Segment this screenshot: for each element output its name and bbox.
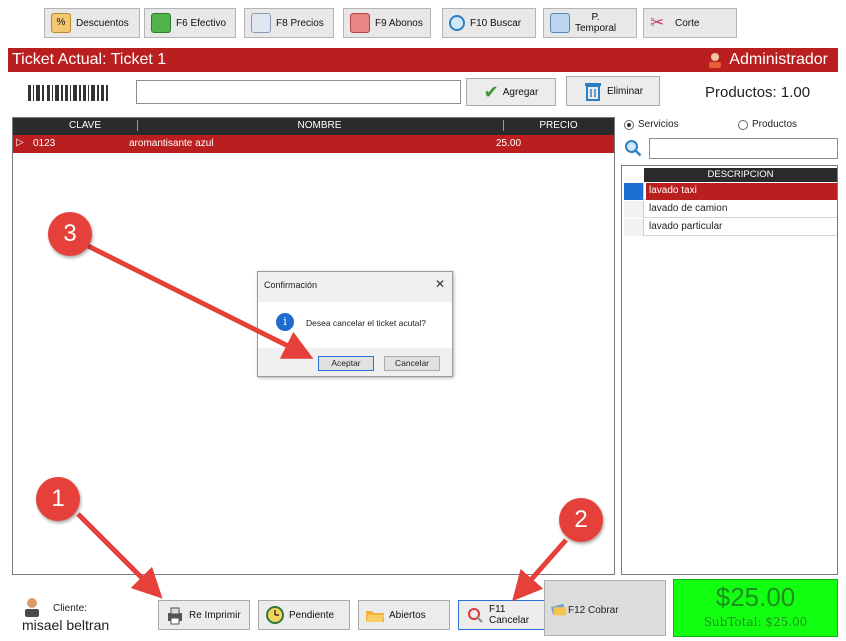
efectivo-button[interactable]: F6 Efectivo	[144, 8, 236, 38]
clock-icon	[266, 606, 284, 624]
eliminar-button[interactable]: Eliminar	[566, 76, 660, 106]
list-item[interactable]: lavado de camion	[624, 201, 837, 218]
list-item-label: lavado de camion	[649, 203, 728, 214]
radio-productos[interactable]: Productos	[738, 119, 797, 130]
service-list[interactable]: DESCRIPCION lavado taxi lavado de camion…	[621, 165, 838, 575]
temporal-label-2: Temporal	[575, 23, 617, 34]
column-clave: CLAVE	[68, 120, 102, 131]
subtotal-amount: SubTotal: $25.00	[703, 615, 808, 629]
pendiente-button[interactable]: Pendiente	[258, 600, 350, 630]
list-item[interactable]: lavado particular	[624, 219, 837, 236]
list-item-label: lavado taxi	[646, 183, 837, 200]
column-descripcion: DESCRIPCION	[644, 168, 837, 182]
dialog-body: i Desea cancelar el ticket acutal?	[258, 302, 452, 348]
annotation-marker-2: 2	[559, 498, 603, 542]
temporal-label-1: P.	[591, 12, 600, 23]
list-item-label: lavado particular	[649, 221, 723, 232]
ticket-title: Ticket Actual: Ticket 1	[12, 51, 167, 68]
cancelar-label-1: F11	[489, 604, 506, 615]
temporal-icon	[550, 13, 570, 33]
hand-icon	[251, 13, 271, 33]
search-icon[interactable]	[624, 139, 642, 157]
user-icon	[709, 53, 722, 68]
cliente-name: misael beltran	[22, 617, 110, 633]
pos-window: % Descuentos F6 Efectivo F8 Precios F9 A…	[0, 0, 846, 641]
corte-button[interactable]: ✂ Corte	[643, 8, 737, 38]
search-icon	[449, 15, 465, 31]
cash-icon	[151, 13, 171, 33]
row-selector	[624, 183, 644, 200]
pay-icon	[551, 603, 567, 616]
row-clave: 0123	[33, 138, 56, 149]
scissors-icon: ✂	[650, 13, 665, 32]
temporal-button[interactable]: P. Temporal	[543, 8, 637, 38]
cancel-cart-icon	[468, 608, 483, 623]
discount-icon: %	[51, 13, 71, 33]
abiertos-button[interactable]: Abiertos	[358, 600, 450, 630]
dialog-title: Confirmación	[264, 280, 318, 290]
confirm-dialog: Confirmación ✕ i Desea cancelar el ticke…	[257, 271, 453, 377]
radio-servicios-dot	[624, 119, 634, 130]
printer-icon	[168, 607, 182, 625]
table-row[interactable]: ▷ 0123 aromantisante azul 25.00	[13, 135, 614, 153]
f12-cobrar-button[interactable]: F12 Cobrar	[544, 580, 666, 636]
close-icon[interactable]: ✕	[435, 277, 445, 291]
info-icon: i	[276, 313, 294, 331]
abonos-button[interactable]: F9 Abonos	[343, 8, 431, 38]
row-selector	[624, 219, 644, 236]
client-icon	[25, 598, 39, 617]
productos-count: Productos: 1.00	[705, 84, 811, 101]
reimprimir-button[interactable]: Re Imprimir	[158, 600, 250, 630]
list-item[interactable]: lavado taxi	[624, 183, 837, 200]
service-search-input[interactable]	[649, 138, 838, 159]
row-nombre: aromantisante azul	[129, 138, 214, 149]
cliente-label: Cliente:	[53, 603, 87, 614]
precios-button[interactable]: F8 Precios	[244, 8, 334, 38]
check-icon: ✔	[483, 81, 499, 102]
annotation-marker-1: 1	[36, 477, 80, 521]
aceptar-button[interactable]: Aceptar	[318, 356, 374, 371]
f11-cancelar-button[interactable]: F11 Cancelar	[458, 600, 550, 630]
buscar-button[interactable]: F10 Buscar	[442, 8, 536, 38]
radio-servicios[interactable]: Servicios	[624, 119, 679, 130]
dialog-cancel-button[interactable]: Cancelar	[384, 356, 440, 371]
user-label: Administrador	[707, 51, 828, 69]
radio-productos-dot	[738, 119, 748, 130]
table-header: CLAVE NOMBRE PRECIO	[13, 118, 614, 135]
cancelar-label-2: Cancelar	[489, 615, 530, 626]
ticket-header: Ticket Actual: Ticket 1 Administrador	[8, 48, 838, 72]
descuentos-button[interactable]: % Descuentos	[44, 8, 140, 38]
annotation-marker-3: 3	[48, 212, 92, 256]
money-bag-icon	[350, 13, 370, 33]
total-amount: $25.00	[715, 582, 796, 612]
user-name: Administrador	[729, 51, 828, 68]
folder-icon	[366, 611, 384, 622]
barcode-icon	[22, 82, 118, 104]
trash-icon	[584, 83, 601, 101]
row-selector	[624, 201, 644, 218]
total-display: $25.00 SubTotal: $25.00	[673, 579, 838, 637]
dialog-message: Desea cancelar el ticket acutal?	[306, 318, 427, 328]
row-precio: 25.00	[496, 138, 522, 149]
column-nombre: NOMBRE	[137, 120, 501, 131]
row-pointer-icon: ▷	[16, 137, 24, 148]
barcode-input[interactable]	[136, 80, 461, 104]
agregar-button[interactable]: ✔ Agregar	[466, 78, 556, 106]
column-precio: PRECIO	[503, 120, 613, 131]
